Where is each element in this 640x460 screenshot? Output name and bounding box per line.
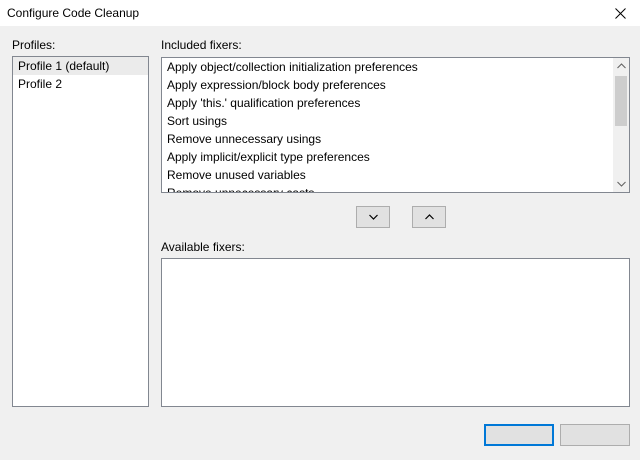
profiles-label: Profiles: <box>12 38 56 52</box>
available-fixers-label: Available fixers: <box>161 240 245 254</box>
included-fixers-label: Included fixers: <box>161 38 242 52</box>
included-fixer-item[interactable]: Remove unused variables <box>162 166 613 184</box>
scroll-up-button[interactable] <box>613 58 629 74</box>
profile-item-2[interactable]: Profile 2 <box>13 75 148 93</box>
scroll-down-icon <box>616 181 626 187</box>
profiles-list[interactable]: Profile 1 (default) Profile 2 <box>12 56 149 407</box>
scroll-up-icon <box>616 63 626 69</box>
scroll-down-button[interactable] <box>613 176 629 192</box>
dialog-body: Profiles: Profile 1 (default) Profile 2 … <box>0 26 640 460</box>
chevron-up-icon <box>424 214 434 220</box>
move-down-button[interactable] <box>356 206 390 228</box>
move-up-button[interactable] <box>412 206 446 228</box>
included-fixer-item[interactable]: Remove unnecessary casts <box>162 184 613 192</box>
close-button[interactable] <box>600 0 640 26</box>
scrollbar-thumb[interactable] <box>615 76 627 126</box>
available-fixers-list[interactable] <box>161 258 630 407</box>
cancel-button[interactable] <box>560 424 630 446</box>
profile-item-1[interactable]: Profile 1 (default) <box>13 57 148 75</box>
close-icon <box>614 7 626 19</box>
dialog-title: Configure Code Cleanup <box>7 6 140 20</box>
included-fixer-item[interactable]: Sort usings <box>162 112 613 130</box>
ok-button[interactable] <box>484 424 554 446</box>
dialog-titlebar: Configure Code Cleanup <box>0 0 640 26</box>
included-fixers-list[interactable]: Apply object/collection initialization p… <box>161 57 630 193</box>
included-scrollbar[interactable] <box>613 58 629 192</box>
included-fixer-item[interactable]: Remove unnecessary usings <box>162 130 613 148</box>
included-fixer-item[interactable]: Apply 'this.' qualification preferences <box>162 94 613 112</box>
included-fixer-item[interactable]: Apply implicit/explicit type preferences <box>162 148 613 166</box>
included-fixer-item[interactable]: Apply expression/block body preferences <box>162 76 613 94</box>
included-fixer-item[interactable]: Apply object/collection initialization p… <box>162 58 613 76</box>
chevron-down-icon <box>368 214 378 220</box>
